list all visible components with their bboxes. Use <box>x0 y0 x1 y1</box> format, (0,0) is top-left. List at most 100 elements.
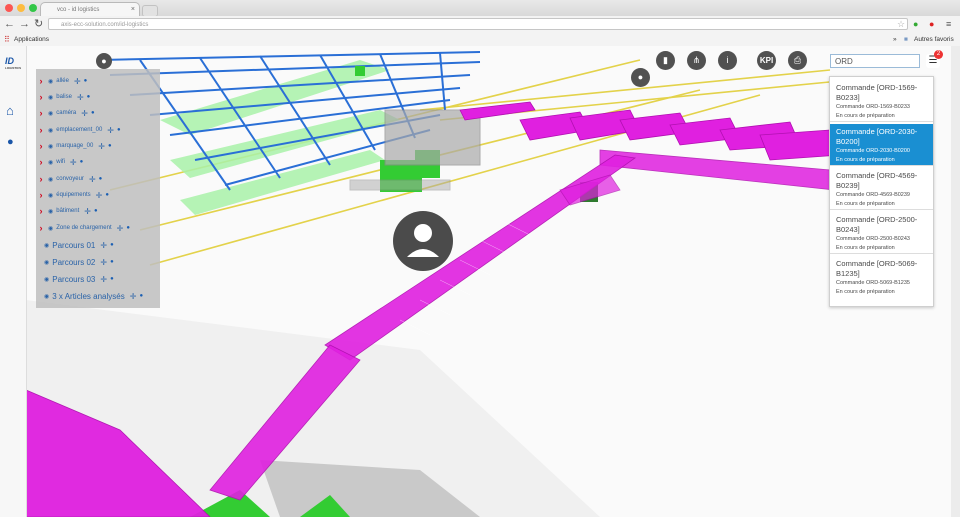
eye-icon[interactable]: ◉ <box>48 176 53 183</box>
eye-icon[interactable]: ◉ <box>48 127 53 134</box>
home-icon[interactable]: ⌂ <box>6 103 14 118</box>
route-row[interactable]: ◉ Parcours 02 ✛ ● <box>42 255 114 269</box>
comment-icon[interactable]: ● <box>110 276 114 282</box>
expand-chevron-icon[interactable]: › <box>36 223 46 233</box>
operator-avatar-icon[interactable] <box>393 211 453 271</box>
expand-chevron-icon[interactable]: › <box>36 174 46 184</box>
expand-chevron-icon[interactable]: › <box>36 206 46 216</box>
apps-grid-icon[interactable]: ⠿ <box>4 33 10 46</box>
adblock-icon[interactable]: ● <box>929 18 934 30</box>
comment-icon[interactable]: ● <box>126 225 130 231</box>
maximize-window-icon[interactable] <box>29 4 37 12</box>
target-icon[interactable]: ✛ <box>89 175 96 184</box>
order-item[interactable]: Commande [ORD-4569-B0239] Commande ORD-4… <box>830 168 933 210</box>
layer-row[interactable]: › ◉ bâtiment ✛ ● <box>36 204 98 218</box>
star-icon[interactable]: ☆ <box>897 18 905 30</box>
eye-icon[interactable]: ◉ <box>44 242 49 249</box>
route-row[interactable]: ◉ 3 x Articles analysés ✛ ● <box>42 289 143 303</box>
bookmark-applications[interactable]: Applications <box>14 33 49 46</box>
page-scrollbar[interactable] <box>951 46 960 517</box>
target-icon[interactable]: ✛ <box>100 258 107 267</box>
order-item[interactable]: Commande [ORD-1569-B0233] Commande ORD-1… <box>830 80 933 122</box>
operator-marker-icon[interactable]: ● <box>631 68 650 87</box>
bookmarks-overflow[interactable]: » <box>893 33 897 46</box>
target-icon[interactable]: ✛ <box>98 142 105 151</box>
extension-icon[interactable]: ● <box>913 18 918 30</box>
user-icon[interactable]: ● <box>7 136 14 148</box>
reload-icon[interactable]: ↻ <box>34 18 43 30</box>
comment-icon[interactable]: ● <box>139 293 143 299</box>
target-icon[interactable]: ✛ <box>107 126 114 135</box>
eye-icon[interactable]: ◉ <box>44 293 49 300</box>
comment-icon[interactable]: ● <box>108 143 112 149</box>
minimize-window-icon[interactable] <box>17 4 25 12</box>
expand-chevron-icon[interactable]: › <box>36 76 46 86</box>
target-icon[interactable]: ✛ <box>130 292 137 301</box>
eye-icon[interactable]: ◉ <box>48 225 53 232</box>
expand-chevron-icon[interactable]: › <box>36 157 46 167</box>
expand-chevron-icon[interactable]: › <box>36 108 46 118</box>
info-icon[interactable]: i <box>718 51 737 70</box>
layer-row[interactable]: › ◉ allée ✛ ● <box>36 74 88 88</box>
bookmark-icon[interactable]: ▮ <box>656 51 675 70</box>
order-item[interactable]: Commande [ORD-5069-B1235] Commande ORD-5… <box>830 256 933 298</box>
comment-icon[interactable]: ● <box>99 176 103 182</box>
print-icon[interactable]: ⎙ <box>788 51 807 70</box>
layer-row[interactable]: › ◉ balise ✛ ● <box>36 90 91 104</box>
expand-chevron-icon[interactable]: › <box>36 141 46 151</box>
target-icon[interactable]: ✛ <box>70 158 77 167</box>
eye-icon[interactable]: ◉ <box>48 192 53 199</box>
forward-icon[interactable]: → <box>19 18 30 30</box>
hierarchy-icon[interactable]: ⋔ <box>687 51 706 70</box>
address-bar[interactable]: axis-ecc-solution.com/id-logistics <box>48 18 908 30</box>
eye-icon[interactable]: ◉ <box>44 259 49 266</box>
target-icon[interactable]: ✛ <box>96 191 103 200</box>
layer-row[interactable]: › ◉ caméra ✛ ● <box>36 106 95 120</box>
eye-icon[interactable]: ◉ <box>48 208 53 215</box>
comment-icon[interactable]: ● <box>84 78 88 84</box>
order-item-selected[interactable]: Commande [ORD-2030-B0200] Commande ORD-2… <box>830 124 933 166</box>
comment-icon[interactable]: ● <box>80 159 84 165</box>
target-icon[interactable]: ✛ <box>74 77 81 86</box>
layer-row[interactable]: › ◉ emplacement_00 ✛ ● <box>36 123 121 137</box>
target-icon[interactable]: ✛ <box>100 275 107 284</box>
comment-icon[interactable]: ● <box>91 110 95 116</box>
layer-row[interactable]: › ◉ convoyeur ✛ ● <box>36 172 103 186</box>
back-icon[interactable]: ← <box>4 18 15 30</box>
eye-icon[interactable]: ◉ <box>48 78 53 85</box>
comment-icon[interactable]: ● <box>94 208 98 214</box>
target-icon[interactable]: ✛ <box>77 93 84 102</box>
target-icon[interactable]: ✛ <box>100 241 107 250</box>
search-input[interactable]: ORD <box>830 54 920 68</box>
order-item[interactable]: Commande [ORD-2500-B0243] Commande ORD-2… <box>830 212 933 254</box>
layer-row[interactable]: › ◉ wifi ✛ ● <box>36 155 84 169</box>
user-avatar-icon[interactable]: ● <box>96 53 112 69</box>
eye-icon[interactable]: ◉ <box>48 94 53 101</box>
layer-row[interactable]: › ◉ marquage_00 ✛ ● <box>36 139 112 153</box>
target-icon[interactable]: ✛ <box>117 224 124 233</box>
comment-icon[interactable]: ● <box>87 94 91 100</box>
eye-icon[interactable]: ◉ <box>48 110 53 117</box>
layer-row[interactable]: › ◉ Zone de chargement ✛ ● <box>36 221 130 235</box>
bookmark-other-favorites[interactable]: Autres favoris <box>914 33 954 46</box>
comment-icon[interactable]: ● <box>105 192 109 198</box>
eye-icon[interactable]: ◉ <box>48 143 53 150</box>
route-row[interactable]: ◉ Parcours 01 ✛ ● <box>42 238 114 252</box>
target-icon[interactable]: ✛ <box>81 109 88 118</box>
tab-close-icon[interactable]: × <box>131 3 135 16</box>
eye-icon[interactable]: ◉ <box>48 159 53 166</box>
comment-icon[interactable]: ● <box>110 242 114 248</box>
close-window-icon[interactable] <box>5 4 13 12</box>
kpi-button[interactable]: KPI <box>757 51 776 70</box>
comment-icon[interactable]: ● <box>110 259 114 265</box>
browser-tab[interactable]: vco - id logistics × <box>40 2 140 16</box>
expand-chevron-icon[interactable]: › <box>36 125 46 135</box>
menu-icon[interactable]: ≡ <box>946 18 951 30</box>
eye-icon[interactable]: ◉ <box>44 276 49 283</box>
target-icon[interactable]: ✛ <box>84 207 91 216</box>
layer-row[interactable]: › ◉ équipements ✛ ● <box>36 188 109 202</box>
comment-icon[interactable]: ● <box>117 127 121 133</box>
route-row[interactable]: ◉ Parcours 03 ✛ ● <box>42 272 114 286</box>
expand-chevron-icon[interactable]: › <box>36 190 46 200</box>
expand-chevron-icon[interactable]: › <box>36 92 46 102</box>
